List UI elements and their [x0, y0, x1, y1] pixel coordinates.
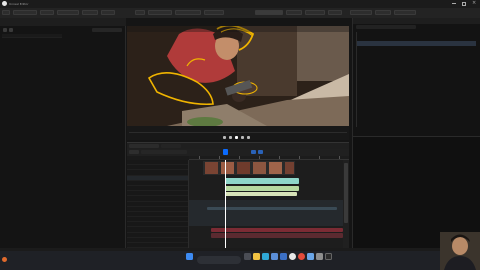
event-track-bg [189, 200, 343, 226]
playhead-marker[interactable] [223, 149, 228, 155]
camera-clip[interactable] [225, 178, 299, 184]
thumbnail-strip [203, 161, 295, 175]
viewport-controls [127, 126, 349, 140]
step-forward-icon[interactable] [240, 135, 244, 139]
chrome-icon[interactable] [298, 253, 305, 260]
cinematics-button[interactable] [100, 10, 115, 15]
timeline-area[interactable] [189, 160, 343, 249]
outliner-panel [352, 18, 480, 250]
platform-button[interactable] [285, 10, 302, 15]
content-button[interactable] [39, 10, 54, 15]
play-icon[interactable] [234, 135, 238, 139]
shot-clip[interactable] [225, 192, 297, 196]
skip-forward-icon[interactable] [246, 135, 250, 139]
viewport[interactable] [127, 26, 349, 126]
thumbnail [269, 162, 282, 174]
playback-controls [223, 135, 263, 139]
sequencer-toolbar [127, 149, 349, 156]
webcam-overlay [440, 232, 480, 270]
layers-tab-button[interactable] [393, 10, 416, 15]
title-bar: Unreal Editor × [0, 0, 480, 8]
tab-sequencer[interactable] [129, 144, 159, 148]
toolbar-center-group [135, 10, 226, 16]
viewport-scene [127, 26, 349, 126]
mode-select-button[interactable] [12, 10, 37, 15]
left-panel-list [2, 34, 62, 42]
blueprint-button[interactable] [81, 10, 98, 15]
viewport-top-toolbar [127, 26, 349, 32]
event-clip[interactable] [207, 207, 337, 210]
scrollbar-thumb[interactable] [344, 163, 348, 223]
terminal-icon[interactable] [325, 253, 332, 260]
taskbar [0, 251, 480, 270]
thumbnail [285, 162, 294, 174]
folder-icon[interactable] [9, 28, 13, 32]
mail-icon[interactable] [280, 253, 287, 260]
details-tab-button[interactable] [374, 10, 391, 15]
outliner-header [353, 18, 480, 24]
snap-button[interactable] [251, 150, 256, 154]
sequence-button[interactable] [147, 10, 172, 15]
store-icon[interactable] [271, 253, 278, 260]
track-list [127, 160, 189, 249]
play-button[interactable] [135, 10, 145, 15]
tab-curves[interactable] [161, 144, 181, 148]
left-panel [0, 18, 126, 250]
options-button[interactable] [203, 10, 224, 15]
app-logo-icon [2, 1, 7, 6]
add-track-button[interactable] [129, 150, 139, 154]
task-view-icon[interactable] [244, 253, 251, 260]
thumbnail [221, 162, 234, 174]
weather-icon [2, 257, 7, 262]
skip-back-icon[interactable] [223, 135, 226, 139]
left-panel-search-input[interactable] [92, 28, 122, 32]
save-button[interactable] [2, 10, 10, 15]
render-button[interactable] [174, 10, 201, 15]
audio-clip[interactable] [211, 228, 343, 232]
close-button[interactable]: × [472, 1, 477, 6]
thumbnail [253, 162, 266, 174]
toolbar-left-group [2, 10, 117, 16]
audio-clip[interactable] [211, 233, 343, 238]
windows-icon[interactable] [186, 253, 193, 260]
loop-button[interactable] [258, 150, 263, 154]
left-panel-header [0, 18, 126, 26]
maximize-button[interactable] [462, 2, 466, 6]
webcam-person [440, 232, 480, 270]
outliner-tab-button[interactable] [350, 10, 372, 15]
playback-progress-track[interactable] [129, 132, 347, 133]
timeline-scrollbar[interactable] [343, 160, 349, 249]
unreal-icon[interactable] [289, 253, 296, 260]
step-back-icon[interactable] [228, 135, 232, 139]
left-panel-toolbar [0, 27, 126, 33]
toolbar-far-right-group [350, 10, 418, 16]
launch-button[interactable] [327, 10, 342, 15]
outliner-search-input[interactable] [356, 25, 416, 29]
weather-widget[interactable] [2, 255, 22, 265]
minimize-button[interactable] [452, 3, 456, 4]
add-button[interactable] [56, 10, 79, 15]
window-title: Unreal Editor [9, 2, 29, 6]
thumbnail [237, 162, 250, 174]
outliner-item[interactable] [356, 122, 476, 127]
sequencer-panel [127, 142, 349, 249]
taskbar-search-input[interactable] [197, 256, 241, 264]
toolbar-right-group [255, 10, 344, 16]
explorer-icon[interactable] [253, 253, 260, 260]
edge-icon[interactable] [262, 253, 269, 260]
photos-icon[interactable] [307, 253, 314, 260]
thumbnail [205, 162, 218, 174]
settings-button[interactable] [304, 10, 325, 15]
shot-clip[interactable] [225, 186, 299, 191]
main-toolbar [0, 8, 480, 18]
settings-icon[interactable] [316, 253, 323, 260]
outliner-list [356, 32, 476, 132]
list-item[interactable] [2, 34, 62, 38]
level-dropdown[interactable] [255, 10, 283, 15]
filter-icon[interactable] [3, 28, 7, 32]
sequencer-search-input[interactable] [141, 150, 187, 154]
playhead-line[interactable] [225, 160, 226, 249]
